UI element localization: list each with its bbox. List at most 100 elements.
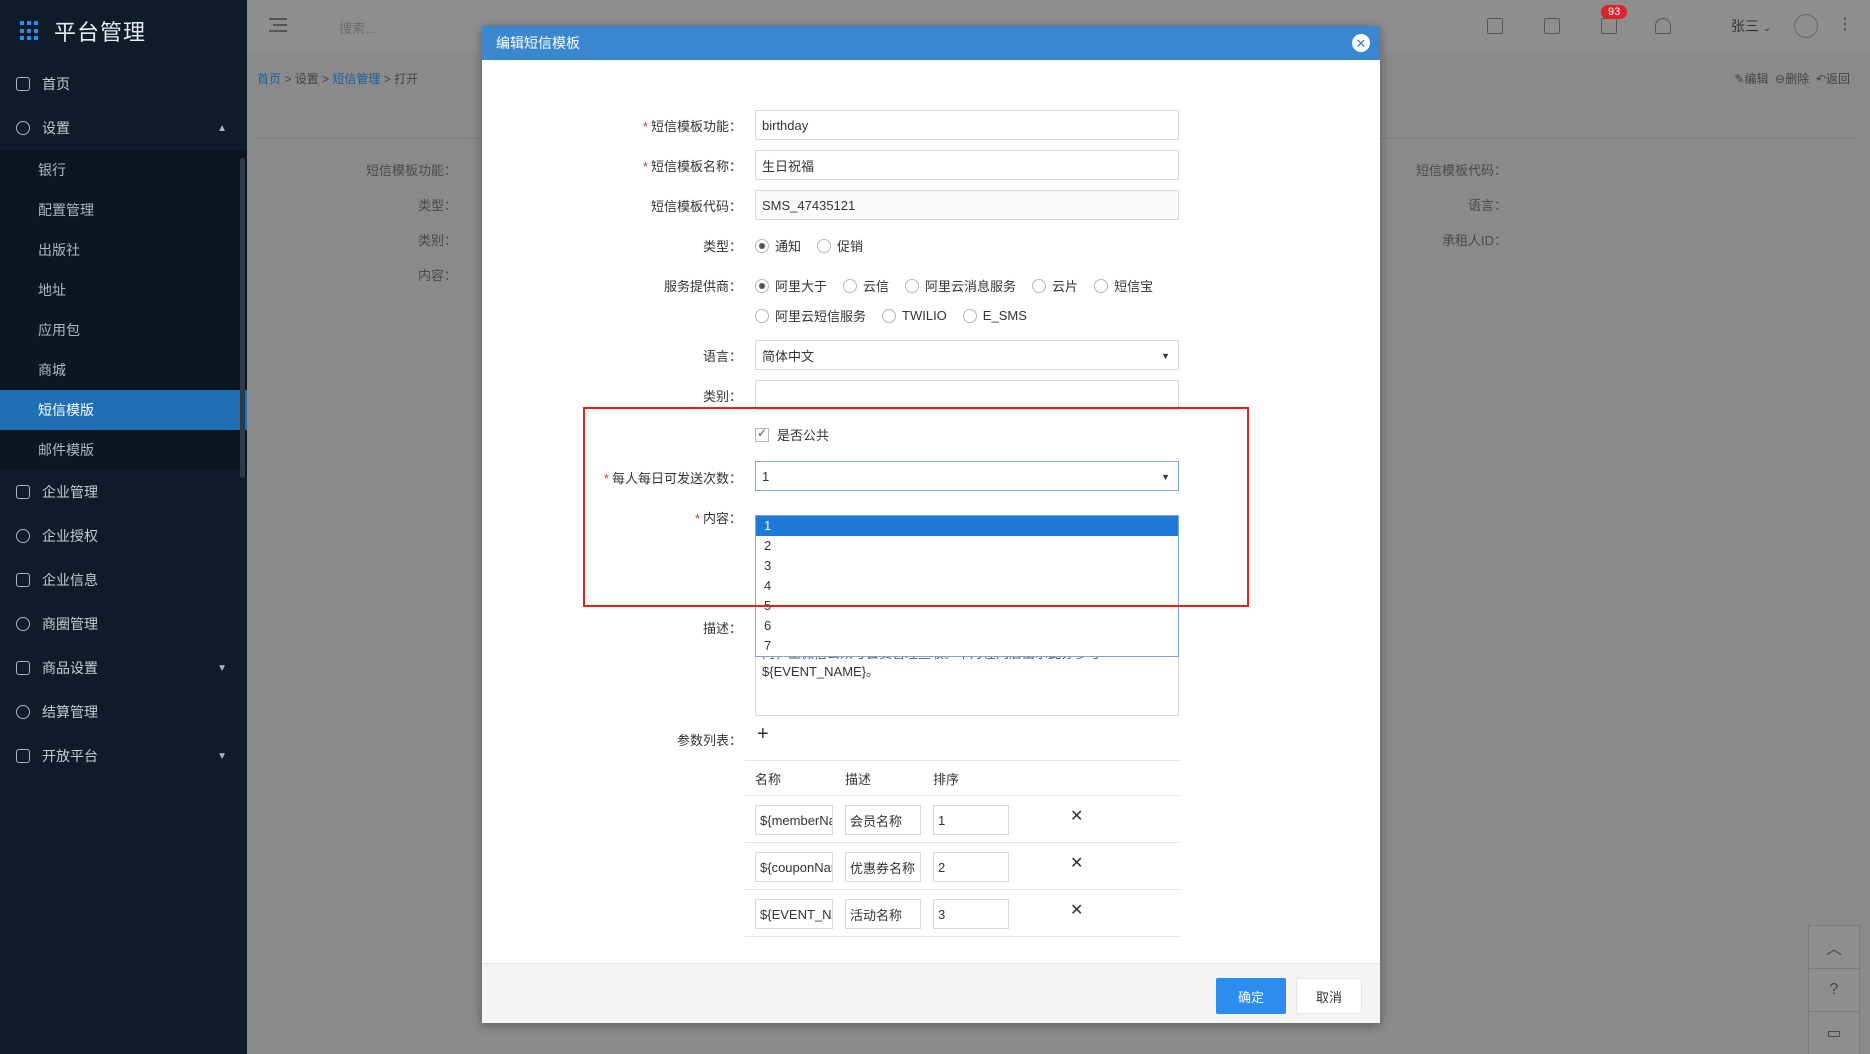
mail-icon[interactable] <box>1601 18 1617 34</box>
sidebar-item-home[interactable]: 首页 <box>0 62 247 106</box>
provider-radio-row1: 阿里大于 云信 阿里云消息服务 云片 短信宝 <box>755 276 1169 295</box>
search-input[interactable]: 搜索... <box>339 18 376 37</box>
name-input[interactable]: 生日祝福 <box>755 150 1179 180</box>
delete-icon: ⊖ <box>1775 72 1786 86</box>
delete-action[interactable]: 删除 <box>1785 72 1809 86</box>
bg-label-code: 短信模板代码： <box>1415 163 1507 178</box>
sidebar-sub-address[interactable]: 地址 <box>0 270 247 310</box>
param-table-header: 名称 描述 排序 <box>745 760 1179 796</box>
daily-limit-select[interactable]: 1 ▼ <box>755 461 1179 491</box>
provider-radio-yunxin[interactable]: 云信 <box>843 276 889 295</box>
delete-row-icon[interactable]: ✕ <box>1070 900 1083 920</box>
breadcrumb-open: 打开 <box>394 72 419 86</box>
param-name-input[interactable]: ${memberName} <box>755 805 833 835</box>
public-checkbox[interactable] <box>755 426 769 442</box>
brand-title: 平台管理 <box>54 20 147 45</box>
delete-row-icon[interactable]: ✕ <box>1070 806 1083 826</box>
back-action[interactable]: 返回 <box>1826 72 1850 86</box>
sidebar-sub-publisher[interactable]: 出版社 <box>0 230 247 270</box>
param-name-input[interactable]: ${couponName} <box>755 852 833 882</box>
edit-sms-template-dialog: 编辑短信模板 ✕ * 短信模板功能： birthday * 短信模板名称： 生日祝福… <box>482 26 1380 1023</box>
delete-row-icon[interactable]: ✕ <box>1070 853 1083 873</box>
provider-radio-aliyun-sms[interactable]: 阿里云短信服务 <box>755 306 866 325</box>
help-icon[interactable]: ? <box>1809 969 1859 1012</box>
daily-option-7[interactable]: 7 <box>756 636 1178 656</box>
sidebar-sub-bank[interactable]: 银行 <box>0 150 247 190</box>
daily-option-6[interactable]: 6 <box>756 616 1178 636</box>
provider-radio-alidayu[interactable]: 阿里大于 <box>755 276 827 295</box>
sidebar-item-enterprise[interactable]: 企业管理 <box>0 470 247 514</box>
func-input[interactable]: birthday <box>755 110 1179 140</box>
lang-select[interactable]: 简体中文 ▼ <box>755 340 1179 370</box>
public-label: 是否公共 <box>777 428 830 443</box>
sidebar-item-settings[interactable]: 设置 ▲ <box>0 106 247 150</box>
menu-toggle-icon[interactable] <box>269 18 287 32</box>
table-row: ${memberName} 会员名称 1 ✕ <box>745 796 1179 843</box>
confirm-button[interactable]: 确定 <box>1216 978 1286 1014</box>
param-order-input[interactable]: 2 <box>933 852 1009 882</box>
table-row: ${EVENT_NAME} 活动名称 3 ✕ <box>745 890 1179 937</box>
sidebar-item-open-platform[interactable]: 开放平台 ▼ <box>0 734 247 778</box>
breadcrumb-sms[interactable]: 短信管理 <box>332 72 380 86</box>
code-input[interactable]: SMS_47435121 <box>755 190 1179 220</box>
sidebar-sub-sms-template[interactable]: 短信模版 <box>0 390 247 430</box>
bg-label-lang: 语言： <box>1467 198 1507 213</box>
user-menu[interactable]: 张三 ⌄ <box>1731 16 1771 36</box>
avatar[interactable] <box>1794 14 1818 38</box>
sidebar-item-enterprise-info[interactable]: 企业信息 <box>0 558 247 602</box>
daily-option-4[interactable]: 4 <box>756 576 1178 596</box>
provider-radio-yunpian[interactable]: 云片 <box>1032 276 1078 295</box>
provider-radio-esms[interactable]: E_SMS <box>962 308 1027 323</box>
daily-option-2[interactable]: 2 <box>756 536 1178 556</box>
provider-radio-aliyun-mns[interactable]: 阿里云消息服务 <box>905 276 1016 295</box>
sidebar-item-product-settings[interactable]: 商品设置 ▼ <box>0 646 247 690</box>
dropdown-arrow-icon: ▼ <box>1161 472 1170 482</box>
sidebar-item-authorization[interactable]: 企业授权 <box>0 514 247 558</box>
sidebar-sub-config[interactable]: 配置管理 <box>0 190 247 230</box>
public-checkbox-row[interactable]: 是否公共 <box>755 425 829 444</box>
chevron-up-icon: ▲ <box>217 122 227 134</box>
sidebar-sub-mall[interactable]: 商城 <box>0 350 247 390</box>
param-desc-input[interactable]: 会员名称 <box>845 805 921 835</box>
type-radio-notice[interactable]: 通知 <box>755 236 801 255</box>
sidebar-sub-email-template[interactable]: 邮件模版 <box>0 430 247 470</box>
param-desc-input[interactable]: 优惠券名称 <box>845 852 921 882</box>
name-label: * 短信模板名称： <box>642 159 742 174</box>
provider-radio-smsbao[interactable]: 短信宝 <box>1094 276 1153 295</box>
param-order-input[interactable]: 3 <box>933 899 1009 929</box>
param-name-input[interactable]: ${EVENT_NAME} <box>755 899 833 929</box>
bg-label-category: 类别： <box>417 233 457 248</box>
sidebar-item-business-district[interactable]: 商圈管理 <box>0 602 247 646</box>
cancel-button[interactable]: 取消 <box>1296 978 1362 1014</box>
breadcrumb-home[interactable]: 首页 <box>257 72 281 86</box>
chat-icon[interactable]: ▭ <box>1809 1012 1859 1054</box>
breadcrumb: 首页 > 设置 > 短信管理 > 打开 <box>257 72 419 86</box>
provider-radio-twilio[interactable]: TWILIO <box>882 308 947 323</box>
home-icon[interactable] <box>1487 18 1503 34</box>
sidebar-item-settlement[interactable]: 结算管理 <box>0 690 247 734</box>
daily-option-3[interactable]: 3 <box>756 556 1178 576</box>
apps-grid-icon[interactable] <box>20 21 40 41</box>
sidebar-sub-app-package[interactable]: 应用包 <box>0 310 247 350</box>
apps-icon[interactable] <box>1544 18 1560 34</box>
gear-icon <box>16 121 30 135</box>
daily-option-5[interactable]: 5 <box>756 596 1178 616</box>
category-input[interactable] <box>755 380 1179 410</box>
back-to-top-icon[interactable]: ︿ <box>1809 926 1859 969</box>
type-radio-promo[interactable]: 促销 <box>817 236 863 255</box>
edit-action[interactable]: 编辑 <box>1744 72 1768 86</box>
dialog-footer: 确定 取消 <box>482 963 1380 1023</box>
code-label: 短信模板代码： <box>650 199 742 214</box>
sidebar-scrollbar[interactable] <box>240 158 245 478</box>
float-toolbar: ︿ ? ▭ <box>1808 925 1860 1054</box>
param-desc-input[interactable]: 活动名称 <box>845 899 921 929</box>
provider-label: 服务提供商： <box>663 279 742 294</box>
bg-label-func: 短信模板功能： <box>365 163 457 178</box>
bell-icon[interactable] <box>1655 18 1671 34</box>
more-vertical-icon[interactable]: ⋮ <box>1837 14 1853 34</box>
daily-option-1[interactable]: 1 <box>756 516 1178 536</box>
add-param-icon[interactable]: + <box>757 723 769 746</box>
param-order-input[interactable]: 1 <box>933 805 1009 835</box>
close-icon[interactable]: ✕ <box>1352 34 1370 52</box>
header-desc: 描述 <box>845 771 872 787</box>
